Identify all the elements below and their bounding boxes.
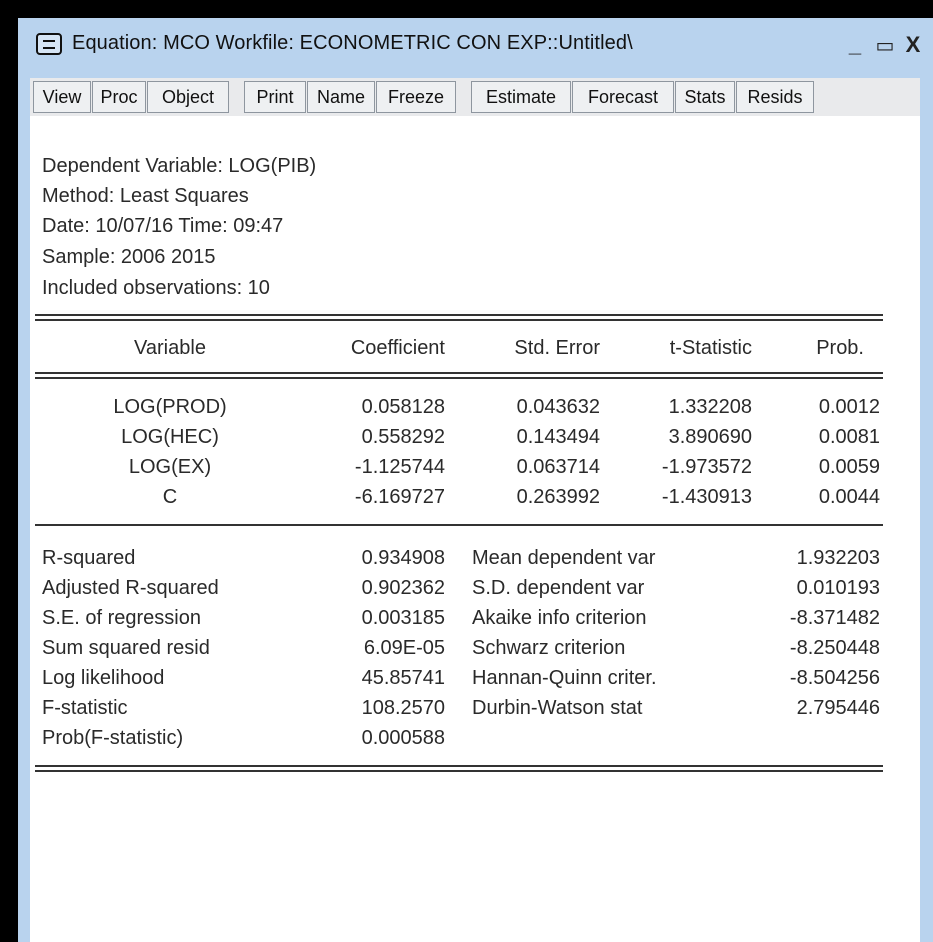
stat-label: Durbin-Watson stat: [472, 697, 643, 719]
std-error-value: 0.263992: [516, 486, 600, 508]
stat-label: Mean dependent var: [472, 547, 656, 569]
prob-value: 0.0059: [818, 456, 880, 478]
forecast-button[interactable]: Forecast: [572, 81, 674, 113]
sample: Sample: 2006 2015: [42, 246, 216, 268]
stats-button[interactable]: Stats: [675, 81, 735, 113]
col-header-t-statistic: t-Statistic: [669, 337, 752, 359]
variable-name: LOG(PROD): [113, 396, 227, 418]
col-header-coefficient: Coefficient: [350, 337, 445, 359]
separator-single: [35, 524, 883, 526]
estimate-button[interactable]: Estimate: [471, 81, 571, 113]
t-statistic-value: 1.332208: [668, 396, 752, 418]
stat-label: F-statistic: [42, 697, 128, 719]
stat-value: 108.2570: [361, 697, 445, 719]
separator-double: [35, 314, 883, 321]
title-bar[interactable]: Equation: MCO Workfile: ECONOMETRIC CON …: [18, 18, 933, 76]
stat-value: -8.371482: [789, 607, 880, 629]
close-icon[interactable]: X: [898, 28, 928, 62]
date-time: Date: 10/07/16 Time: 09:47: [42, 215, 284, 237]
included-observations: Included observations: 10: [42, 277, 270, 299]
stat-value: 45.85741: [361, 667, 445, 689]
col-header-std-error: Std. Error: [514, 337, 600, 359]
prob-value: 0.0012: [818, 396, 880, 418]
coefficient-value: 0.558292: [361, 426, 445, 448]
separator-double: [35, 372, 883, 379]
stat-label: Prob(F-statistic): [42, 727, 184, 749]
stat-value: 2.795446: [796, 697, 880, 719]
equation-window: Equation: MCO Workfile: ECONOMETRIC CON …: [18, 18, 933, 942]
stat-label: Akaike info criterion: [472, 607, 647, 629]
variable-name: LOG(HEC): [121, 426, 219, 448]
stat-value: 1.932203: [796, 547, 880, 569]
stat-value: 6.09E-05: [363, 637, 445, 659]
stat-label: Hannan-Quinn criter.: [472, 667, 657, 689]
col-header-variable: Variable: [134, 337, 206, 359]
stat-label: Schwarz criterion: [472, 637, 626, 659]
proc-button[interactable]: Proc: [92, 81, 146, 113]
prob-value: 0.0044: [818, 486, 880, 508]
toolbar: View Proc Object Print Name Freeze Estim…: [30, 78, 920, 116]
t-statistic-value: 3.890690: [668, 426, 752, 448]
print-button[interactable]: Print: [244, 81, 306, 113]
resids-button[interactable]: Resids: [736, 81, 814, 113]
stat-label: R-squared: [42, 547, 136, 569]
stat-label: Adjusted R-squared: [42, 577, 219, 599]
t-statistic-value: -1.973572: [661, 456, 752, 478]
stat-label: Sum squared resid: [42, 637, 210, 659]
stat-label: Log likelihood: [42, 667, 165, 689]
variable-name: C: [162, 486, 178, 508]
dependent-variable: Dependent Variable: LOG(PIB): [42, 155, 317, 177]
std-error-value: 0.063714: [516, 456, 600, 478]
coefficient-value: -1.125744: [354, 456, 445, 478]
col-header-prob: Prob.: [816, 337, 864, 359]
menu-icon[interactable]: [36, 33, 62, 55]
prob-value: 0.0081: [818, 426, 880, 448]
stat-value: 0.934908: [361, 547, 445, 569]
t-statistic-value: -1.430913: [661, 486, 752, 508]
stat-value: -8.504256: [789, 667, 880, 689]
stat-label: S.E. of regression: [42, 607, 201, 629]
method: Method: Least Squares: [42, 185, 249, 207]
coefficient-value: -6.169727: [354, 486, 445, 508]
stat-value: 0.003185: [361, 607, 445, 629]
variable-name: LOG(EX): [128, 456, 212, 478]
separator-double: [35, 765, 883, 772]
std-error-value: 0.143494: [516, 426, 600, 448]
coefficient-value: 0.058128: [361, 396, 445, 418]
freeze-button[interactable]: Freeze: [376, 81, 456, 113]
window-title: Equation: MCO Workfile: ECONOMETRIC CON …: [72, 32, 633, 54]
stat-value: -8.250448: [789, 637, 880, 659]
maximize-icon[interactable]: ▭: [870, 28, 900, 62]
stat-value: 0.000588: [361, 727, 445, 749]
minimize-icon[interactable]: _: [840, 28, 870, 62]
object-button[interactable]: Object: [147, 81, 229, 113]
stat-value: 0.010193: [796, 577, 880, 599]
output-panel[interactable]: Dependent Variable: LOG(PIB) Method: Lea…: [30, 116, 920, 942]
view-button[interactable]: View: [33, 81, 91, 113]
std-error-value: 0.043632: [516, 396, 600, 418]
name-button[interactable]: Name: [307, 81, 375, 113]
stat-value: 0.902362: [361, 577, 445, 599]
stat-label: S.D. dependent var: [472, 577, 645, 599]
